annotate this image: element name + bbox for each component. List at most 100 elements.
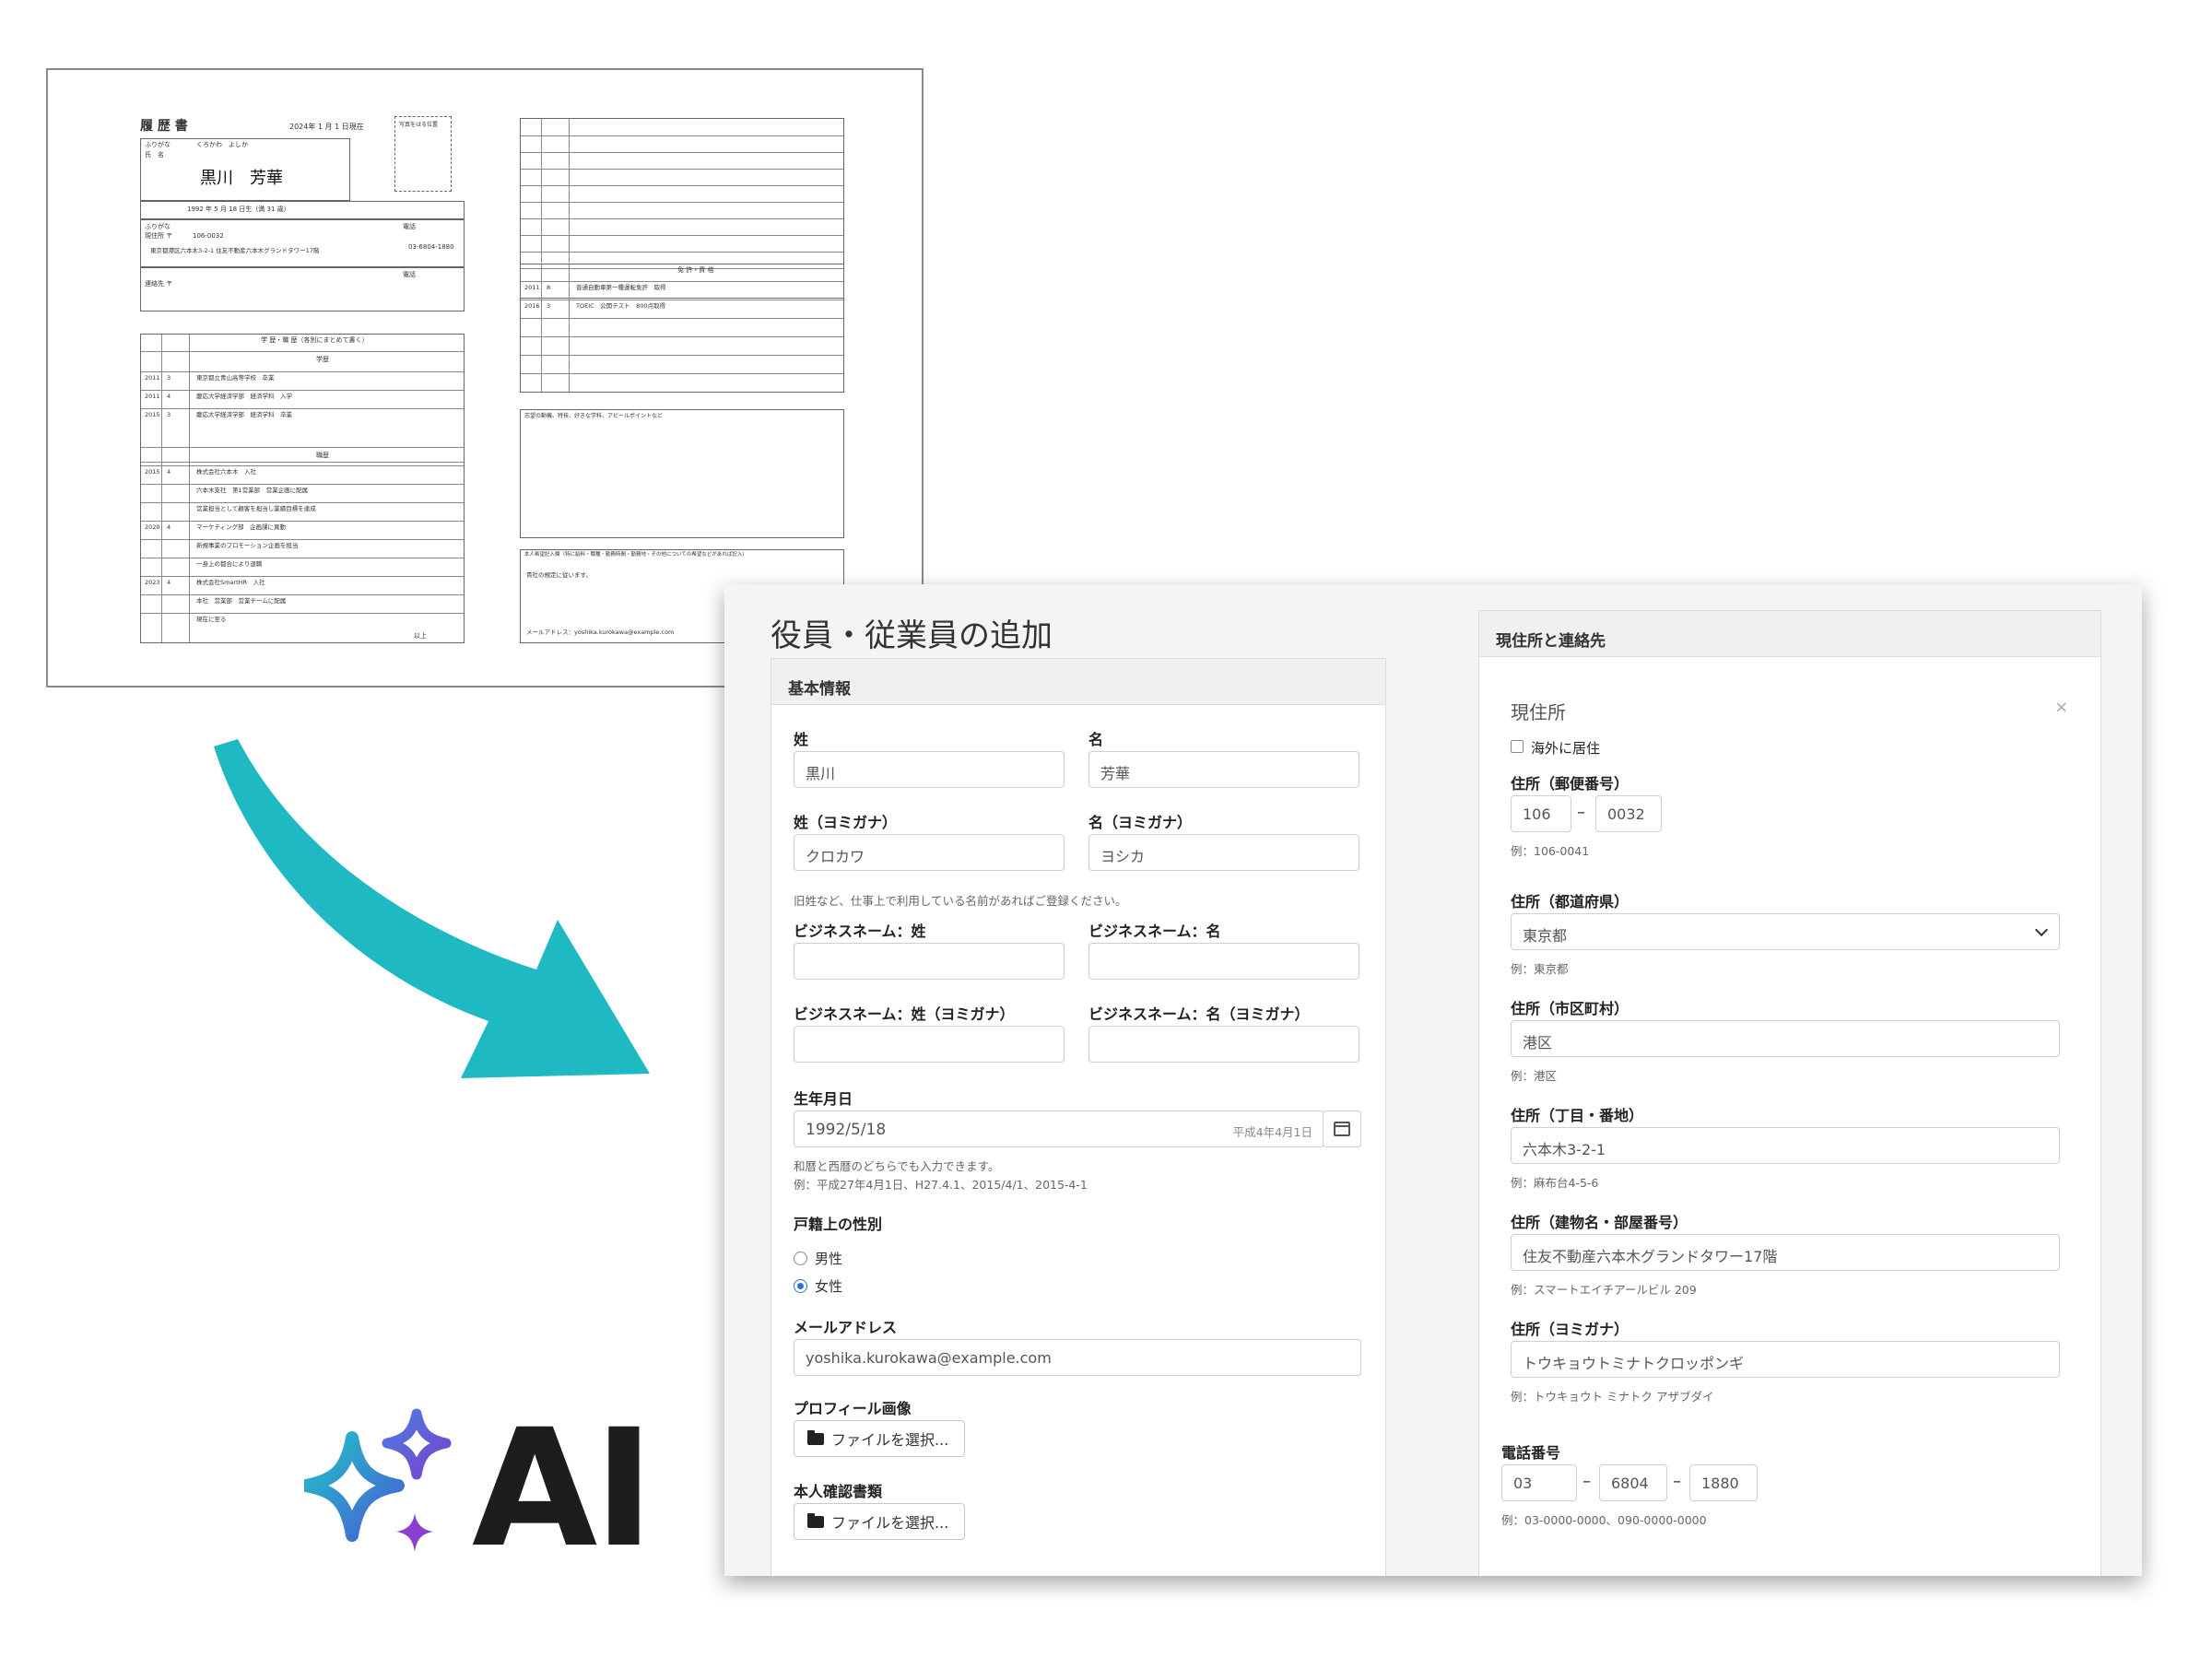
row-year: 2015 <box>145 411 160 418</box>
city-input[interactable]: 港区 <box>1511 1020 2060 1057</box>
row-text: マーケティング部 企画課に異動 <box>196 523 286 531</box>
row-text: 営業担当として顧客を担当し業績目標を達成 <box>196 505 316 512</box>
row-text: TOEIC 公開テスト 800点取得 <box>576 302 666 310</box>
birth-wareki: 平成4年4月1日 <box>1232 1125 1312 1139</box>
resume-contact-box: 連絡先 〒 電話 <box>140 267 465 311</box>
basic-info-header: 基本情報 <box>771 659 1385 705</box>
radio-male-icon <box>794 1252 807 1265</box>
column-divider <box>161 335 162 642</box>
sex-female-radio[interactable]: 女性 <box>794 1276 842 1296</box>
phone-hint: 例：03-0000-0000、090-0000-0000 <box>1501 1513 1707 1527</box>
birth-value: 1992/5/18 <box>806 1121 887 1139</box>
email-label: メールアドレス <box>794 1319 898 1336</box>
phone-input-2[interactable]: 6804 <box>1599 1464 1667 1501</box>
calendar-button[interactable] <box>1323 1111 1361 1147</box>
row-year: 2011 <box>524 284 540 291</box>
last-kana-label: 姓（ヨミガナ） <box>794 814 898 831</box>
row-text: 普通自動車第一種運転免許 取得 <box>576 284 666 291</box>
address-panel: 現住所と連絡先 現住所 × 海外に居住 住所（郵便番号） 106 – 0032 … <box>1478 610 2101 1576</box>
first-kana-label: 名（ヨミガナ） <box>1088 814 1193 831</box>
biz-last-input[interactable] <box>794 943 1065 980</box>
end-label: 以上 <box>414 632 427 640</box>
birth-input[interactable]: 1992/5/18 平成4年4月1日 <box>794 1111 1324 1147</box>
first-name-label: 名 <box>1088 731 1104 748</box>
street-label: 住所（丁目・番地） <box>1511 1107 1644 1124</box>
last-name-input[interactable]: 黒川 <box>794 751 1065 788</box>
postal-input-1[interactable]: 106 <box>1511 795 1571 832</box>
prefecture-hint: 例：東京都 <box>1511 962 1569 976</box>
building-input[interactable]: 住友不動産六本木グランドタワー17階 <box>1511 1234 2060 1271</box>
composite-image: 履 歴 書 2024年 1 月 1 日現在 写真をはる位置 ふりがな くろかわ … <box>0 0 2212 1657</box>
request-label: 本人希望記入欄（特に給料・職種・勤務時間・勤務地・その他についての希望などがあれ… <box>524 552 747 558</box>
address-kana-hint: 例：トウキョウト ミナトク アザブダイ <box>1511 1390 1714 1404</box>
first-name-input[interactable]: 芳華 <box>1088 751 1359 788</box>
row-year: 2020 <box>145 523 160 531</box>
address-kana-label: 住所（ヨミガナ） <box>1511 1321 1630 1338</box>
row-text: 現在に至る <box>196 616 227 623</box>
sex-female-label: 女性 <box>815 1278 843 1295</box>
ai-logo-text: AI <box>472 1394 654 1583</box>
phone-label: 電話番号 <box>1501 1444 1561 1462</box>
contact-phone-label: 電話 <box>403 271 416 278</box>
close-icon[interactable]: × <box>2054 698 2068 717</box>
biz-last-label: ビジネスネーム：姓 <box>794 923 926 940</box>
resume-motivation-box: 志望の動機、特技、好きな学科、アピールポイントなど <box>520 409 844 538</box>
row-year: 2016 <box>524 302 540 310</box>
resume-address: 東京都港区六本木3-2-1 住友不動産六本木グランドタワー17階 <box>150 247 320 254</box>
biz-first-label: ビジネスネーム：名 <box>1088 923 1221 940</box>
biz-last-kana-input[interactable] <box>794 1026 1065 1063</box>
postal-input-2[interactable]: 0032 <box>1595 795 1662 832</box>
request-text: 貴社の規定に従います。 <box>526 571 592 579</box>
sex-male-label: 男性 <box>815 1251 843 1267</box>
id-file-button[interactable]: ファイルを選択... <box>794 1503 965 1540</box>
row-text: 慶応大学経済学部 経済学科 入学 <box>196 393 292 400</box>
phone-dash-2: – <box>1673 1472 1681 1491</box>
phone-input-1[interactable]: 03 <box>1501 1464 1577 1501</box>
profile-file-button[interactable]: ファイルを選択... <box>794 1420 965 1457</box>
column-divider <box>541 264 542 392</box>
resume-license-table: 免 許・資 格 2011 8 普通自動車第一種運転免許 取得 2016 3 TOEIC 公… <box>520 264 844 393</box>
history-rows: 2011 3 東京都立青山高等学校 卒業 2011 4 慶応大学経済学部 経済学科 入学 2… <box>141 335 464 642</box>
row-month: 4 <box>167 523 171 531</box>
postal-label: 住所（郵便番号） <box>1511 775 1630 793</box>
street-input[interactable]: 六本木3-2-1 <box>1511 1127 2060 1164</box>
address-kana-input[interactable]: トウキョウトミナトクロッポンギ <box>1511 1341 2060 1378</box>
resume-photo-box: 写真をはる位置 <box>394 116 452 192</box>
first-kana-input[interactable]: ヨシカ <box>1088 834 1359 871</box>
transform-arrow-icon <box>214 739 650 1078</box>
last-kana-input[interactable]: クロカワ <box>794 834 1065 871</box>
email-input[interactable]: yoshika.kurokawa@example.com <box>794 1339 1361 1376</box>
resume-title: 履 歴 書 <box>140 119 188 134</box>
biz-first-input[interactable] <box>1088 943 1359 980</box>
row-text: 新規事業のプロモーション企画を担当 <box>196 542 299 549</box>
abroad-checkbox[interactable] <box>1511 740 1524 753</box>
row-month: 3 <box>167 374 171 382</box>
prefecture-select[interactable]: 東京都 <box>1511 913 2060 950</box>
id-document-label: 本人確認書類 <box>794 1483 883 1500</box>
photo-note: 写真をはる位置 <box>399 122 439 128</box>
resume-address-box: ふりがな 現住所 〒 106-0032 東京都港区六本木3-2-1 住友不動産六… <box>140 219 465 267</box>
biz-last-kana-label: ビジネスネーム：姓（ヨミガナ） <box>794 1005 1015 1023</box>
row-month: 3 <box>167 411 171 418</box>
app-window: 役員・従業員の追加 基本情報 姓 名 黒川 芳華 姓（ヨミガナ） 名（ヨミガナ）… <box>724 584 2142 1576</box>
phone-dash-1: – <box>1583 1472 1591 1491</box>
address-label: 現住所 〒 <box>145 232 173 240</box>
sex-label: 戸籍上の性別 <box>794 1216 883 1233</box>
folder-open-icon <box>807 1429 824 1445</box>
birth-hint-1: 和暦と西暦のどちらでも入力できます。 <box>794 1159 1000 1173</box>
sex-male-radio[interactable]: 男性 <box>794 1249 842 1268</box>
row-month: 4 <box>167 468 171 476</box>
profile-file-label: ファイルを選択... <box>831 1431 949 1449</box>
biz-first-kana-input[interactable] <box>1088 1026 1359 1063</box>
row-year: 2011 <box>145 374 160 382</box>
furigana-name: くろかわ よしか <box>196 141 248 148</box>
column-divider <box>569 264 570 392</box>
row-year: 2015 <box>145 468 160 476</box>
abroad-label: 海外に居住 <box>1531 740 1601 757</box>
phone-label: 電話 <box>403 223 416 230</box>
address-header: 現住所と連絡先 <box>1479 611 2100 657</box>
calendar-icon <box>1334 1122 1350 1136</box>
furigana-label: ふりがな <box>145 141 171 148</box>
resume-name-box: ふりがな くろかわ よしか 氏 名 黒川 芳華 <box>140 138 350 201</box>
phone-input-3[interactable]: 1880 <box>1689 1464 1758 1501</box>
